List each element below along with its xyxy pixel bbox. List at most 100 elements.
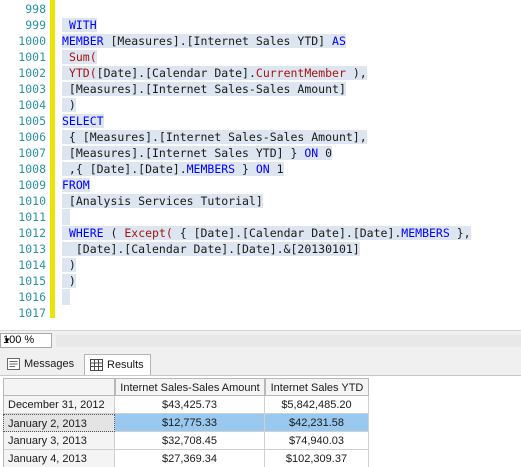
code-text: ) (62, 257, 76, 273)
row-header[interactable]: December 31, 2012 (3, 396, 115, 414)
column-header-sales-amount[interactable]: Internet Sales-Sales Amount (115, 378, 265, 396)
line-number: 1008 (18, 162, 46, 176)
code-text: ) (62, 273, 76, 289)
line-number: 998 (25, 2, 46, 16)
tab-messages-label: Messages (24, 358, 75, 370)
cell-sales-amount[interactable]: $27,369.34 (115, 450, 265, 467)
code-token: 1 (269, 162, 284, 176)
tab-messages[interactable]: Messages (2, 354, 80, 374)
code-token: MEMBERS (186, 162, 236, 176)
column-header-sales-ytd[interactable]: Internet Sales YTD (265, 378, 369, 396)
code-token: SELECT (62, 114, 104, 128)
code-line[interactable]: 1017 (0, 305, 521, 321)
row-header[interactable]: January 3, 2013 (3, 432, 115, 450)
line-number: 1001 (18, 50, 46, 64)
code-text: ,{ [Date].[Date].MEMBERS } ON 1 (62, 161, 284, 177)
code-line[interactable]: 1016 (0, 289, 521, 305)
line-number: 1015 (18, 274, 46, 288)
code-line[interactable]: 1011 (0, 209, 521, 225)
cell-sales-ytd[interactable]: $42,231.58 (265, 414, 369, 432)
code-token: ON (304, 146, 319, 160)
code-line[interactable]: 1014 ) (0, 257, 521, 273)
horizontal-scrollbar[interactable] (56, 335, 521, 347)
code-text: Sum( (62, 49, 97, 65)
code-line[interactable]: 1009 FROM (0, 177, 521, 193)
code-token: ( (103, 226, 125, 240)
code-token: ON (255, 162, 270, 176)
code-token: MEMBER (62, 34, 104, 48)
code-token: }, (449, 226, 471, 240)
cell-sales-ytd[interactable]: $102,309.37 (265, 450, 369, 467)
code-line[interactable]: 998 (0, 1, 521, 17)
chevron-down-icon: ▼ (3, 336, 11, 345)
code-token: ) (62, 274, 76, 288)
code-token: WITH (68, 18, 97, 32)
grid-icon (90, 359, 103, 371)
code-token (62, 50, 69, 64)
code-line[interactable]: 1013 [Date].[Calendar Date].[Date].&[201… (0, 241, 521, 257)
code-line[interactable]: 1005 SELECT (0, 113, 521, 129)
code-text: [Measures].[Internet Sales-Sales Amount] (62, 81, 346, 97)
cell-sales-amount[interactable]: $32,708.45 (115, 432, 265, 450)
messages-icon (7, 358, 20, 370)
code-token: { [Date].[Calendar Date].[Date]. (172, 226, 402, 240)
code-text: MEMBER [Measures].[Internet Sales YTD] A… (62, 33, 346, 49)
line-number: 1002 (18, 66, 46, 80)
code-line[interactable]: 1006 { [Measures].[Internet Sales-Sales … (0, 129, 521, 145)
results-tabs: Messages Results (0, 351, 521, 376)
code-line[interactable]: 1004 ) (0, 97, 521, 113)
code-token (62, 66, 69, 80)
code-token: MEMBERS (401, 226, 450, 240)
zoom-dropdown[interactable]: 100 % ▼ (0, 333, 52, 348)
query-editor[interactable]: 998 999 WITH 1000 MEMBER [Measures].[Intern… (0, 0, 521, 330)
code-text: [Measures].[Internet Sales YTD] } ON 0 (62, 145, 333, 161)
code-line[interactable]: 999 WITH (0, 17, 521, 33)
code-text: WITH (62, 17, 97, 33)
corner-header[interactable] (3, 378, 115, 396)
line-number: 1005 (18, 114, 46, 128)
code-text: SELECT (62, 113, 104, 129)
code-token: [Date].[Calendar Date].[Date].&[20130101… (62, 242, 360, 256)
results-grid[interactable]: Internet Sales-Sales Amount Internet Sal… (0, 376, 521, 467)
cell-sales-amount[interactable]: $12,775.33 (115, 414, 265, 432)
cell-sales-amount[interactable]: $43,425.73 (115, 396, 265, 414)
line-number: 1003 (18, 82, 46, 96)
code-line[interactable]: 1007 [Measures].[Internet Sales YTD] } O… (0, 145, 521, 161)
code-line[interactable]: 1015 ) (0, 273, 521, 289)
code-token (62, 226, 69, 240)
code-token: [Measures].[Internet Sales-Sales Amount] (62, 82, 346, 96)
code-token: ,{ [Date].[Date]. (62, 162, 187, 176)
line-number: 1013 (18, 242, 46, 256)
code-text: WHERE ( Except( { [Date].[Calendar Date]… (62, 225, 471, 241)
row-header[interactable]: January 2, 2013 (3, 414, 115, 432)
code-line[interactable]: 1010 [Analysis Services Tutorial] (0, 193, 521, 209)
code-text: YTD([Date].[Calendar Date].CurrentMember… (62, 65, 367, 81)
code-token: } (235, 162, 256, 176)
row-header[interactable]: January 4, 2013 (3, 450, 115, 467)
code-line[interactable]: 1008 ,{ [Date].[Date].MEMBERS } ON 1 (0, 161, 521, 177)
selection-block (62, 209, 70, 225)
code-token: [Date].[Calendar Date]. (96, 66, 256, 80)
tab-results-label: Results (107, 359, 144, 371)
code-token: CurrentMember (255, 66, 346, 80)
code-line[interactable]: 1001 Sum( (0, 49, 521, 65)
line-number: 1011 (18, 210, 46, 224)
code-token: ) (62, 258, 76, 272)
cell-sales-ytd[interactable]: $74,940.03 (265, 432, 369, 450)
code-line[interactable]: 1000 MEMBER [Measures].[Internet Sales YT… (0, 33, 521, 49)
line-number: 1000 (18, 34, 46, 48)
line-number: 1014 (18, 258, 46, 272)
code-token: [Analysis Services Tutorial] (62, 194, 263, 208)
code-token: WHERE (68, 226, 104, 240)
code-line[interactable]: 1002 YTD([Date].[Calendar Date].CurrentM… (0, 65, 521, 81)
code-token: AS (332, 34, 346, 48)
code-token: FROM (62, 178, 90, 192)
code-text: [Analysis Services Tutorial] (62, 193, 263, 209)
tab-results[interactable]: Results (84, 354, 151, 375)
code-line[interactable]: 1012 WHERE ( Except( { [Date].[Calendar … (0, 225, 521, 241)
code-token: 0 (318, 146, 333, 160)
line-number: 999 (25, 18, 46, 32)
cell-sales-ytd[interactable]: $5,842,485.20 (265, 396, 369, 414)
code-token (62, 18, 69, 32)
code-line[interactable]: 1003 [Measures].[Internet Sales-Sales Am… (0, 81, 521, 97)
